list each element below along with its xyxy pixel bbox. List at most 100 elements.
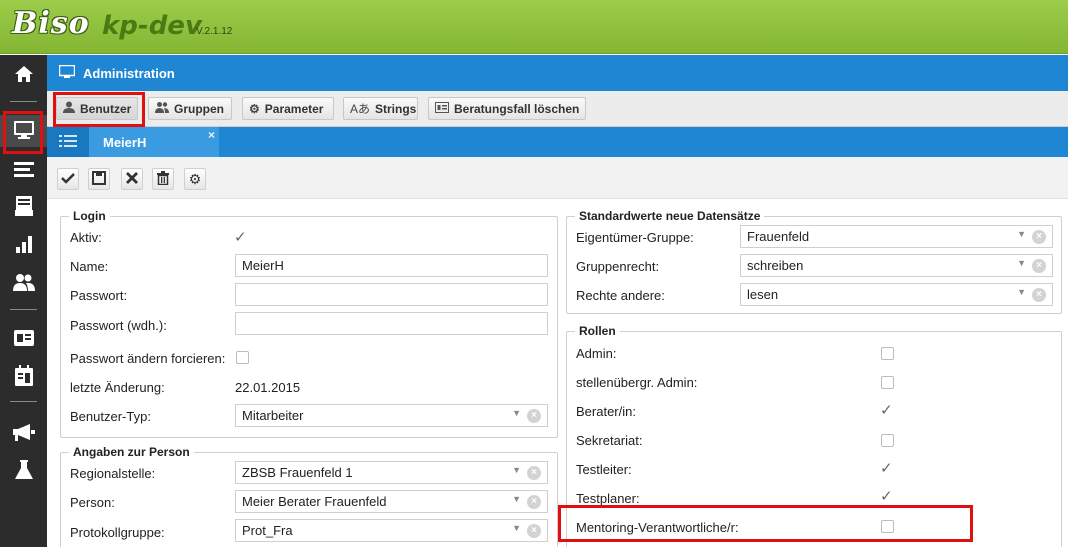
regionalstelle-select[interactable]: ZBSB Frauenfeld 1 ▼ ×: [235, 461, 548, 484]
sidebar-item-administration[interactable]: [0, 115, 47, 147]
sidebar-item-statistics[interactable]: [0, 229, 47, 261]
rolle-sekretariat-checkbox[interactable]: [881, 434, 894, 447]
rolle-stellenuebergr-admin-checkbox[interactable]: [881, 376, 894, 389]
sidebar-item-announcements[interactable]: [0, 417, 47, 449]
rolle-sekretariat-label: Sekretariat:: [576, 433, 643, 448]
rolle-mentoring-checkbox[interactable]: [881, 520, 894, 533]
gruppenrecht-value: schreiben: [747, 258, 804, 273]
eigentuemer-gruppe-value: Frauenfeld: [747, 229, 810, 244]
letzte-aenderung-value: 22.01.2015: [235, 380, 301, 395]
monitor-icon: [58, 64, 76, 82]
gruppen-button[interactable]: Gruppen: [148, 97, 232, 120]
cancel-button[interactable]: [121, 168, 143, 190]
rolle-testplaner-checkbox[interactable]: ✓: [880, 489, 893, 504]
save-check-button[interactable]: [57, 168, 79, 190]
parameter-button[interactable]: ⚙ Parameter: [242, 97, 334, 120]
users-icon: [12, 272, 36, 295]
rechte-andere-value: lesen: [747, 287, 779, 302]
eigentuemer-gruppe-select[interactable]: Frauenfeld ▼ ×: [740, 225, 1053, 248]
rolle-testleiter-label: Testleiter:: [576, 462, 632, 477]
protokollgruppe-label: Protokollgruppe:: [70, 525, 165, 540]
tab-meierh-label: MeierH: [103, 134, 147, 150]
sidebar-item-users[interactable]: [0, 267, 47, 299]
archive-icon: [14, 195, 34, 220]
clear-icon[interactable]: ×: [1032, 230, 1046, 244]
passwort-forcieren-label: Passwort ändern forcieren:: [70, 351, 226, 366]
card-icon: [435, 101, 449, 116]
passwort-input[interactable]: [235, 283, 548, 306]
flask-icon: [14, 459, 34, 484]
benutzer-typ-select[interactable]: Mitarbeiter ▼ ×: [235, 404, 548, 427]
passwort-label: Passwort:: [70, 288, 128, 303]
megaphone-icon: [12, 422, 36, 445]
sidebar: [0, 55, 47, 547]
passwort-wdh-label: Passwort (wdh.):: [70, 318, 167, 333]
rolle-admin-label: Admin:: [576, 346, 617, 361]
protokollgruppe-select[interactable]: Prot_Fra ▼ ×: [235, 519, 548, 542]
close-icon[interactable]: ×: [208, 128, 215, 142]
letzte-aenderung-label: letzte Änderung:: [70, 380, 165, 395]
beratungsfall-loeschen-button[interactable]: Beratungsfall löschen: [428, 97, 586, 120]
rechte-andere-label: Rechte andere:: [576, 288, 665, 303]
chevron-down-icon: ▼: [512, 494, 521, 504]
benutzer-button[interactable]: Benutzer: [56, 97, 138, 120]
sidebar-item-home[interactable]: [0, 59, 47, 91]
tab-meierh[interactable]: MeierH ×: [89, 127, 219, 157]
translate-icon: Aあ: [350, 102, 371, 116]
person-select[interactable]: Meier Berater Frauenfeld ▼ ×: [235, 490, 548, 513]
rolle-testplaner-label: Testplaner:: [576, 491, 640, 506]
disk-icon: [92, 170, 106, 188]
clear-icon[interactable]: ×: [1032, 259, 1046, 273]
sidebar-item-archive[interactable]: [0, 191, 47, 223]
clear-icon[interactable]: ×: [527, 466, 541, 480]
rollen-legend: Rollen: [575, 324, 620, 338]
group-icon: [155, 101, 169, 116]
clear-icon[interactable]: ×: [1032, 288, 1046, 302]
user-icon: [63, 101, 75, 116]
regionalstelle-value: ZBSB Frauenfeld 1: [242, 465, 353, 480]
close-icon: [126, 171, 138, 187]
name-input[interactable]: [235, 254, 548, 277]
save-button[interactable]: [88, 168, 110, 190]
administration-header: Administration: [47, 55, 1068, 91]
gruppenrecht-select[interactable]: schreiben ▼ ×: [740, 254, 1053, 277]
sidebar-item-calendar[interactable]: [0, 361, 47, 393]
bar-chart-icon: [14, 234, 34, 257]
aktiv-checkbox[interactable]: ✓: [234, 230, 247, 245]
calendar-icon: [14, 364, 34, 390]
login-legend: Login: [69, 209, 110, 223]
rolle-admin-checkbox[interactable]: [881, 347, 894, 360]
sidebar-item-cases[interactable]: [0, 323, 47, 355]
sidebar-item-tests[interactable]: [0, 455, 47, 487]
gear-icon: ⚙: [188, 170, 202, 187]
chevron-down-icon: ▼: [1017, 287, 1026, 297]
rechte-andere-select[interactable]: lesen ▼ ×: [740, 283, 1053, 306]
settings-button[interactable]: ⚙: [184, 168, 206, 190]
benutzer-typ-value: Mitarbeiter: [242, 408, 304, 423]
clear-icon[interactable]: ×: [527, 495, 541, 509]
rolle-berater-checkbox[interactable]: ✓: [880, 403, 893, 418]
clear-icon[interactable]: ×: [527, 409, 541, 423]
gruppenrecht-label: Gruppenrecht:: [576, 259, 660, 274]
protokollgruppe-value: Prot_Fra: [242, 523, 293, 538]
rolle-mentoring-label: Mentoring-Verantwortliche/r:: [576, 520, 739, 535]
list-icon: [59, 134, 77, 151]
sidebar-item-list[interactable]: [0, 155, 47, 187]
passwort-wdh-input[interactable]: [235, 312, 548, 335]
tab-list-toggle[interactable]: [47, 127, 89, 157]
strings-button[interactable]: Aあ Strings: [343, 97, 418, 120]
administration-title: Administration: [83, 65, 175, 81]
rolle-testleiter-checkbox[interactable]: ✓: [880, 461, 893, 476]
delete-button[interactable]: [152, 168, 174, 190]
rolle-berater-label: Berater/in:: [576, 404, 636, 419]
app-name: kp-dev: [102, 11, 202, 41]
benutzer-label: Benutzer: [80, 101, 132, 116]
chevron-down-icon: ▼: [512, 465, 521, 475]
benutzer-typ-label: Benutzer-Typ:: [70, 409, 151, 424]
passwort-forcieren-checkbox[interactable]: [236, 351, 249, 364]
administration-toolbar: Benutzer Gruppen ⚙ Parameter Aあ Strings …: [47, 91, 1068, 127]
tab-strip: MeierH ×: [47, 127, 1068, 157]
chevron-down-icon: ▼: [1017, 229, 1026, 239]
form-toolbar: ⚙: [47, 157, 1068, 199]
clear-icon[interactable]: ×: [527, 524, 541, 538]
